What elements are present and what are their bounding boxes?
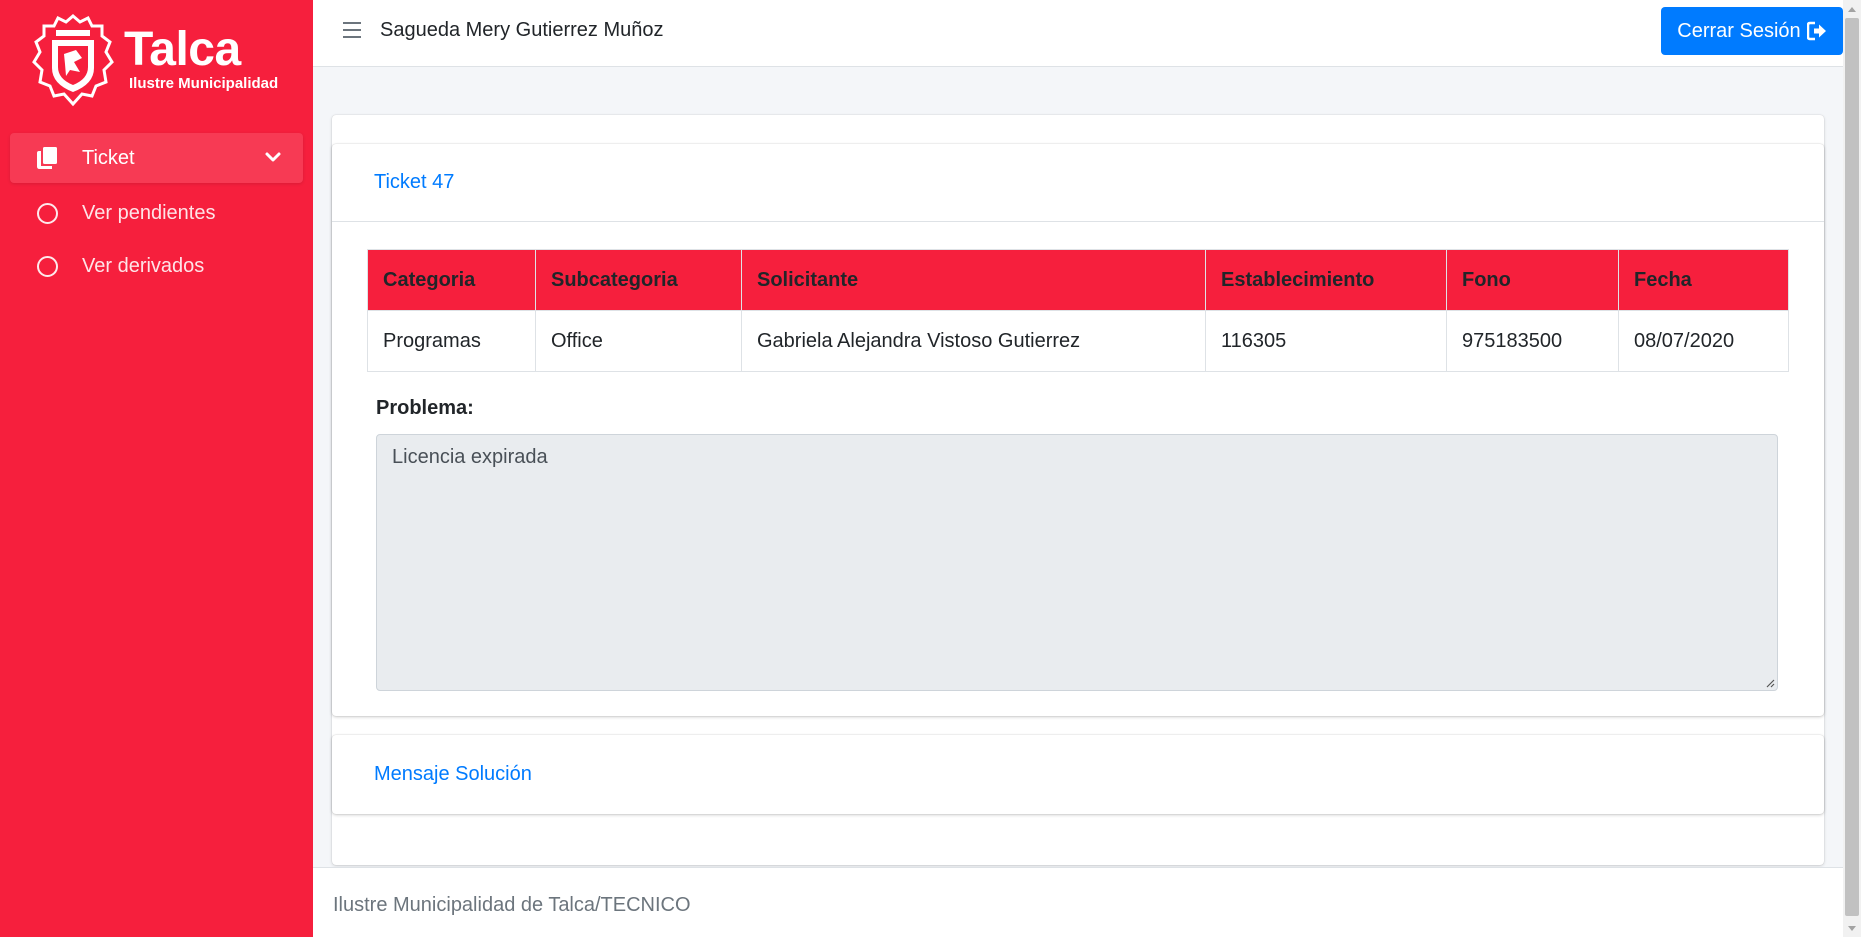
- table-header-row: Categoria Subcategoria Solicitante Estab…: [367, 249, 1789, 311]
- logout-label: Cerrar Sesión: [1677, 19, 1801, 42]
- ticket-details-table: Categoria Subcategoria Solicitante Estab…: [367, 249, 1789, 372]
- scroll-up-arrow-icon[interactable]: [1843, 0, 1861, 17]
- sidebar-item-label: Ticket: [82, 146, 135, 169]
- column-header: Fono: [1446, 249, 1619, 311]
- copy-icon: [34, 145, 60, 171]
- sidebar-item-label: Ver derivados: [82, 254, 205, 277]
- problem-textarea[interactable]: Licencia expirada: [376, 434, 1778, 691]
- scrollbar-thumb[interactable]: [1845, 18, 1859, 916]
- solution-card-header: Mensaje Solución: [332, 735, 1824, 814]
- solution-title-link[interactable]: Mensaje Solución: [374, 763, 532, 786]
- problem-label: Problema:: [376, 397, 474, 419]
- logout-button[interactable]: Cerrar Sesión: [1661, 7, 1843, 55]
- top-navbar: Sagueda Mery Gutierrez Muñoz Cerrar Sesi…: [313, 0, 1843, 67]
- resize-handle-icon[interactable]: [1765, 678, 1775, 688]
- ticket-title-link[interactable]: Ticket 47: [374, 171, 454, 194]
- footer-text: Ilustre Municipalidad de Talca/TECNICO: [333, 894, 691, 916]
- user-name: Sagueda Mery Gutierrez Muñoz: [380, 19, 664, 41]
- column-header: Fecha: [1618, 249, 1789, 311]
- vertical-scrollbar[interactable]: [1843, 0, 1861, 937]
- hamburger-menu-icon[interactable]: [343, 22, 361, 40]
- brand-name: Talca: [124, 23, 241, 76]
- sidebar: Talca Ilustre Municipalidad Ticket Ver p…: [0, 0, 313, 937]
- solution-card: Mensaje Solución: [332, 735, 1824, 814]
- brand-logo[interactable]: Talca Ilustre Municipalidad: [32, 12, 292, 112]
- ticket-card: Ticket 47 Categoria Subcategoria Solicit…: [332, 144, 1824, 716]
- circle-icon: [34, 200, 60, 226]
- table-cell: 975183500: [1446, 310, 1619, 372]
- column-header: Categoria: [367, 249, 536, 311]
- column-header: Establecimiento: [1205, 249, 1447, 311]
- circle-icon: [34, 253, 60, 279]
- chevron-down-icon: [265, 152, 281, 162]
- table-cell: 08/07/2020: [1618, 310, 1789, 372]
- table-cell: Gabriela Alejandra Vistoso Gutierrez: [741, 310, 1206, 372]
- scroll-down-arrow-icon[interactable]: [1843, 920, 1861, 937]
- table-cell: 116305: [1205, 310, 1447, 372]
- sidebar-item-ver-derivados[interactable]: Ver derivados: [10, 241, 303, 291]
- table-cell: Office: [535, 310, 742, 372]
- brand-subtitle: Ilustre Municipalidad: [129, 75, 279, 92]
- municipal-seal-icon: [32, 14, 114, 107]
- page-footer: Ilustre Municipalidad de Talca/TECNICO: [313, 867, 1843, 937]
- sidebar-item-label: Ver pendientes: [82, 201, 216, 224]
- sidebar-item-ticket[interactable]: Ticket: [10, 133, 303, 183]
- sign-out-icon: [1806, 21, 1826, 41]
- column-header: Solicitante: [741, 249, 1206, 311]
- ticket-card-header: Ticket 47: [332, 144, 1824, 222]
- problem-text: Licencia expirada: [392, 446, 548, 468]
- table-cell: Programas: [367, 310, 536, 372]
- column-header: Subcategoria: [535, 249, 742, 311]
- table-row: Programas Office Gabriela Alejandra Vist…: [367, 310, 1789, 372]
- sidebar-item-ver-pendientes[interactable]: Ver pendientes: [10, 188, 303, 238]
